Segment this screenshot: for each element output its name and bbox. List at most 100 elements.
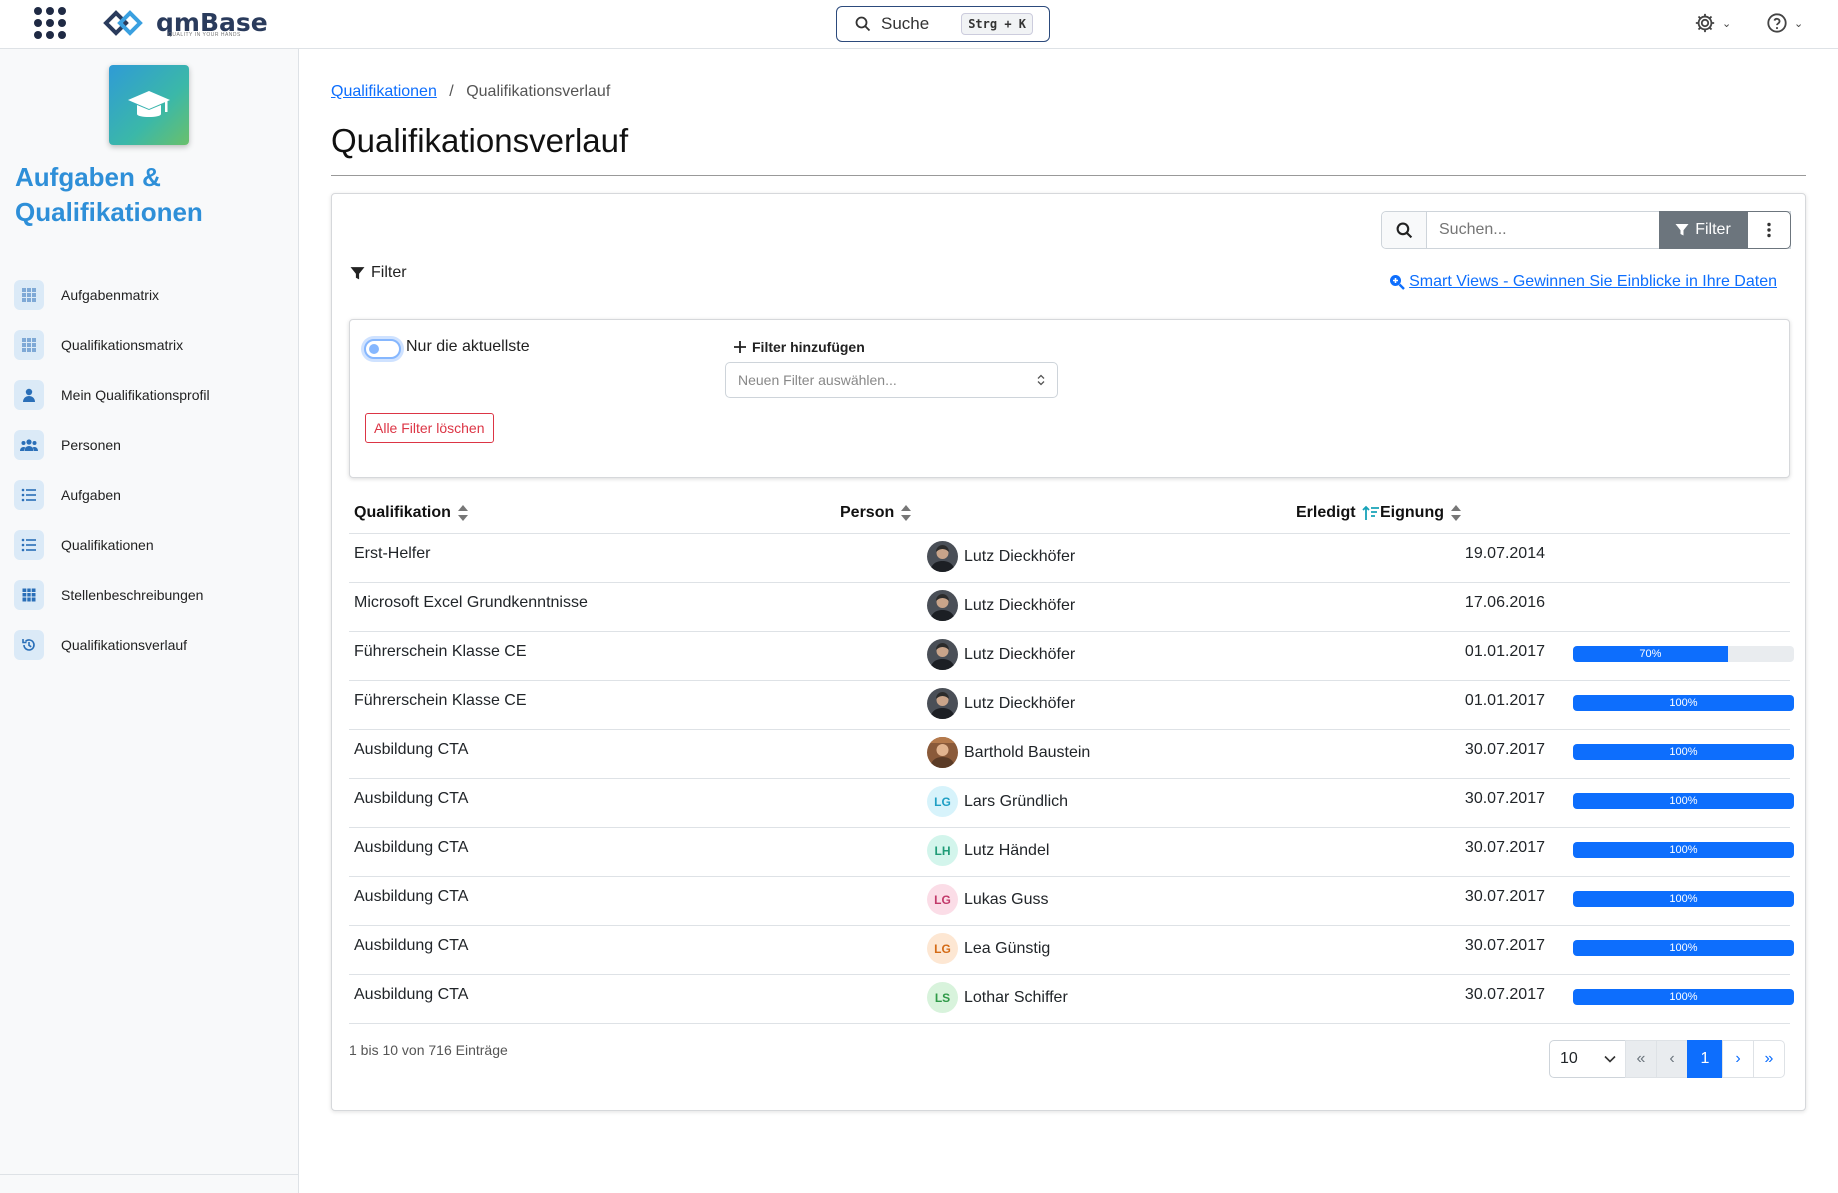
person-name: Lutz Dieckhöfer xyxy=(964,645,1076,663)
new-filter-placeholder: Neuen Filter auswählen... xyxy=(738,372,897,388)
table-row[interactable]: Erst-Helfer Lutz Dieckhöfer 19.07.2014 xyxy=(349,534,1790,583)
sidebar-item-qualifikationsmatrix[interactable]: Qualifikationsmatrix xyxy=(14,320,284,370)
search-icon xyxy=(855,16,871,32)
settings-menu[interactable]: ⌄ xyxy=(1694,12,1731,34)
sidebar-item-stellenbeschreibungen[interactable]: Stellenbeschreibungen xyxy=(14,570,284,620)
help-menu[interactable]: ⌄ xyxy=(1766,12,1803,34)
sidebar-item-aufgaben[interactable]: Aufgaben xyxy=(14,470,284,520)
column-header-qualification[interactable]: Qualifikation xyxy=(354,504,469,522)
table-row[interactable]: Ausbildung CTA LG Lea Günstig 30.07.2017 100… xyxy=(349,926,1794,975)
global-search-button[interactable]: Suche Strg + K xyxy=(836,6,1050,42)
user-icon xyxy=(14,380,44,410)
plus-icon xyxy=(734,341,746,353)
suitability-progress: 100% xyxy=(1573,744,1794,760)
avatar: LG xyxy=(927,884,958,915)
cell-done-date: 30.07.2017 xyxy=(1464,888,1545,905)
person-name: Lothar Schiffer xyxy=(964,988,1068,1006)
cell-person: Lutz Dieckhöfer xyxy=(927,541,1075,572)
person-name: Lars Gründlich xyxy=(964,792,1069,810)
sidebar-item-qualifikationen[interactable]: Qualifikationen xyxy=(14,520,284,570)
table-row[interactable]: Ausbildung CTA LG Lars Gründlich 30.07.2017… xyxy=(349,779,1794,828)
cell-qualification: Ausbildung CTA xyxy=(354,790,469,807)
sidebar-item-label: Qualifikationsmatrix xyxy=(61,337,184,353)
pager-first[interactable]: « xyxy=(1625,1040,1657,1078)
cell-done-date: 30.07.2017 xyxy=(1464,839,1545,856)
app-tile[interactable] xyxy=(109,65,189,145)
column-header-done[interactable]: Erledigt xyxy=(1296,504,1380,522)
table-row[interactable]: Microsoft Excel Grundkenntnisse Lutz Diec… xyxy=(349,583,1790,632)
smart-views-link[interactable]: Smart Views - Gewinnen Sie Einblicke in … xyxy=(1389,273,1777,291)
graduation-cap-icon xyxy=(128,91,170,117)
table-row[interactable]: Ausbildung CTA LG Lukas Guss 30.07.2017 100% xyxy=(349,877,1794,926)
cell-person: LS Lothar Schiffer xyxy=(927,982,1068,1013)
person-name: Lea Günstig xyxy=(964,939,1051,957)
sidebar-item-mein-qualifikationsprofil[interactable]: Mein Qualifikationsprofil xyxy=(14,370,284,420)
column-header-label: Erledigt xyxy=(1296,504,1356,521)
page-size-value: 10 xyxy=(1560,1050,1578,1067)
avatar xyxy=(927,639,958,670)
pager-prev[interactable]: ‹ xyxy=(1656,1040,1688,1078)
cell-qualification: Führerschein Klasse CE xyxy=(354,643,527,660)
table-icon xyxy=(14,580,44,610)
pager-last[interactable]: » xyxy=(1753,1040,1785,1078)
global-search-label: Suche xyxy=(881,14,930,33)
sidebar-item-personen[interactable]: Personen xyxy=(14,420,284,470)
help-icon xyxy=(1767,13,1787,33)
breadcrumb-link-qualifikationen[interactable]: Qualifikationen xyxy=(331,83,437,100)
column-header-label: Eignung xyxy=(1380,504,1444,521)
table-row[interactable]: Ausbildung CTA Barthold Baustein 30.07.201… xyxy=(349,730,1794,779)
latest-only-toggle[interactable] xyxy=(364,339,401,359)
filter-heading: Filter xyxy=(350,264,407,282)
apps-grid-icon[interactable] xyxy=(34,7,66,39)
cell-qualification: Ausbildung CTA xyxy=(354,986,469,1003)
progress-bar-fill: 70% xyxy=(1573,646,1728,662)
sidebar-item-label: Personen xyxy=(61,437,121,453)
filter-button-label: Filter xyxy=(1695,221,1731,238)
list-icon xyxy=(14,480,44,510)
column-header-person[interactable]: Person xyxy=(840,504,912,522)
table-row[interactable]: Ausbildung CTA LH Lutz Händel 30.07.2017 100… xyxy=(349,828,1794,877)
column-header-suitability[interactable]: Eignung xyxy=(1380,504,1462,522)
sidebar-item-label: Aufgabenmatrix xyxy=(61,287,160,303)
table-row[interactable]: Ausbildung CTA LS Lothar Schiffer 30.07.201… xyxy=(349,975,1794,1024)
suitability-progress: 100% xyxy=(1573,793,1794,809)
cell-person: LG Lukas Guss xyxy=(927,884,1048,915)
person-name: Barthold Baustein xyxy=(964,743,1091,761)
progress-bar-fill: 100% xyxy=(1573,744,1794,760)
table-body: Erst-Helfer Lutz Dieckhöfer 19.07.2014 Micr… xyxy=(349,534,1794,1024)
page-size-select[interactable]: 10 xyxy=(1549,1040,1627,1078)
smart-views-link-label: Smart Views - Gewinnen Sie Einblicke in … xyxy=(1409,273,1777,290)
sidebar-item-label: Aufgaben xyxy=(61,487,121,503)
table-row[interactable]: Führerschein Klasse CE Lutz Dieckhöfer 01.… xyxy=(349,632,1794,681)
sidebar-nav: Aufgabenmatrix Qualifikationsmatrix Mein… xyxy=(14,270,284,670)
sidebar-item-label: Mein Qualifikationsprofil xyxy=(61,387,210,403)
add-filter-text: Filter hinzufügen xyxy=(752,339,865,355)
clear-all-filters-button[interactable]: Alle Filter löschen xyxy=(365,413,494,443)
sidebar-item-qualifikationsverlauf[interactable]: Qualifikationsverlauf xyxy=(14,620,284,670)
list-icon xyxy=(14,530,44,560)
search-icon xyxy=(1382,212,1427,248)
cell-done-date: 01.01.2017 xyxy=(1464,643,1545,660)
filter-icon xyxy=(350,266,365,279)
search-shortcut: Strg + K xyxy=(961,13,1033,35)
app-title-line2: Qualifikationen xyxy=(15,197,203,227)
pager-page-1[interactable]: 1 xyxy=(1687,1040,1723,1078)
top-bar: qmBase QUALITY IN YOUR HANDS Suche Strg … xyxy=(0,0,1838,49)
table-header: Qualifikation Person Erledigt Eignung xyxy=(349,492,1790,534)
sidebar-item-aufgabenmatrix[interactable]: Aufgabenmatrix xyxy=(14,270,284,320)
cell-done-date: 30.07.2017 xyxy=(1464,937,1545,954)
suitability-progress: 100% xyxy=(1573,989,1794,1005)
pagination: « ‹ 1 › » xyxy=(1625,1040,1785,1078)
avatar xyxy=(927,737,958,768)
more-options-button[interactable] xyxy=(1747,211,1791,249)
grid-icon xyxy=(14,330,44,360)
pager-next[interactable]: › xyxy=(1722,1040,1754,1078)
table-row[interactable]: Führerschein Klasse CE Lutz Dieckhöfer 01.… xyxy=(349,681,1794,730)
filter-toggle-button[interactable]: Filter xyxy=(1659,211,1747,249)
app-title: Aufgaben & Qualifikationen xyxy=(15,160,203,230)
sidebar: Aufgaben & Qualifikationen Aufgabenmatri… xyxy=(0,49,299,1193)
new-filter-select[interactable]: Neuen Filter auswählen... xyxy=(725,362,1058,398)
column-header-label: Qualifikation xyxy=(354,504,451,521)
suitability-progress: 100% xyxy=(1573,695,1794,711)
logo[interactable]: qmBase QUALITY IN YOUR HANDS xyxy=(102,5,268,41)
